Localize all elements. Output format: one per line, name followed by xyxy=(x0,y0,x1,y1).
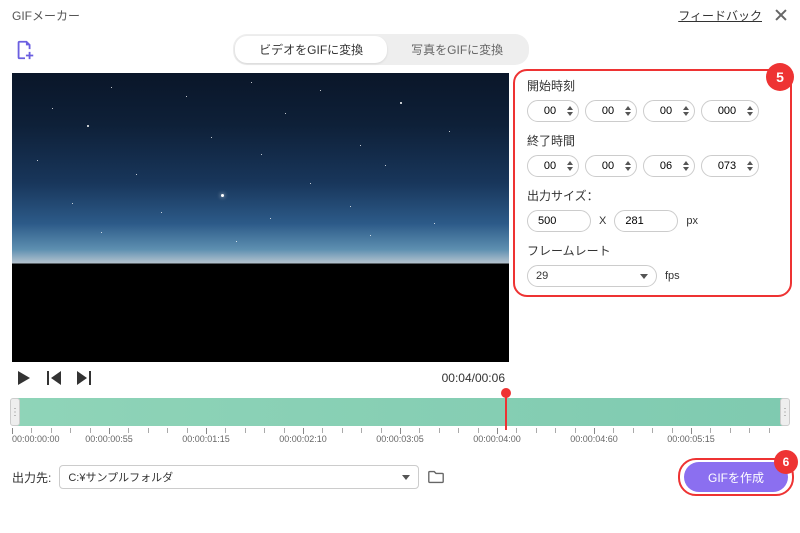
start-seconds-spinner[interactable] xyxy=(643,100,695,122)
width-input[interactable] xyxy=(527,210,591,232)
end-minutes-spinner[interactable] xyxy=(585,155,637,177)
callout-badge-6: 6 xyxy=(774,450,798,474)
output-size-label: 出力サイズ： xyxy=(527,187,780,204)
output-dest-label: 出力先: xyxy=(12,469,51,486)
playhead[interactable] xyxy=(505,394,507,430)
trim-handle-right[interactable] xyxy=(780,398,790,426)
start-minutes-spinner[interactable] xyxy=(585,100,637,122)
arrow-down-icon[interactable] xyxy=(624,111,632,117)
end-ms-spinner[interactable] xyxy=(701,155,759,177)
arrow-down-icon[interactable] xyxy=(566,166,574,172)
ruler-tick: 00:00:05:15 xyxy=(691,428,788,448)
start-hours-spinner[interactable] xyxy=(527,100,579,122)
px-unit-label: px xyxy=(686,215,698,227)
app-title: GIFメーカー xyxy=(12,7,80,24)
chevron-down-icon xyxy=(402,471,410,483)
framerate-label: フレームレート xyxy=(527,242,780,259)
settings-panel: 5 開始時刻 終了時間 出力サイズ： X xyxy=(519,73,788,386)
arrow-down-icon[interactable] xyxy=(682,166,690,172)
mode-tabs: ビデオをGIFに変換 写真をGIFに変換 xyxy=(233,34,529,65)
height-input[interactable] xyxy=(614,210,678,232)
play-button[interactable] xyxy=(16,370,32,386)
fps-unit-label: fps xyxy=(665,270,680,282)
play-icon xyxy=(17,371,31,385)
framerate-value: 29 xyxy=(536,270,548,282)
start-ms-spinner[interactable] xyxy=(701,100,759,122)
folder-icon xyxy=(427,468,445,486)
end-hours-spinner[interactable] xyxy=(527,155,579,177)
time-display: 00:04/00:06 xyxy=(442,371,505,385)
start-hours-input[interactable] xyxy=(538,105,562,117)
create-gif-button[interactable]: GIFを作成 xyxy=(684,462,788,492)
prev-frame-button[interactable] xyxy=(46,370,62,386)
feedback-link[interactable]: フィードバック xyxy=(678,7,762,24)
start-minutes-input[interactable] xyxy=(596,105,620,117)
end-seconds-input[interactable] xyxy=(654,160,678,172)
arrow-down-icon[interactable] xyxy=(746,111,754,117)
skip-forward-icon xyxy=(77,371,91,385)
output-path-dropdown[interactable]: C:¥サンプルフォルダ xyxy=(59,465,419,489)
trim-handle-left[interactable] xyxy=(10,398,20,426)
end-seconds-spinner[interactable] xyxy=(643,155,695,177)
chevron-down-icon xyxy=(640,270,648,282)
skip-back-icon xyxy=(47,371,61,385)
next-frame-button[interactable] xyxy=(76,370,92,386)
end-minutes-input[interactable] xyxy=(596,160,620,172)
browse-folder-button[interactable] xyxy=(427,468,445,486)
preview-panel: 00:04/00:06 xyxy=(12,73,509,386)
x-separator: X xyxy=(599,215,606,227)
start-ms-input[interactable] xyxy=(712,105,742,117)
add-media-button[interactable] xyxy=(12,37,38,63)
add-file-icon xyxy=(14,39,36,61)
arrow-down-icon[interactable] xyxy=(746,166,754,172)
arrow-down-icon[interactable] xyxy=(624,166,632,172)
video-preview[interactable] xyxy=(12,73,509,362)
timeline-track[interactable] xyxy=(12,398,788,426)
output-path-value: C:¥サンプルフォルダ xyxy=(68,469,173,485)
tab-photo-to-gif[interactable]: 写真をGIFに変換 xyxy=(387,36,527,63)
start-time-label: 開始時刻 xyxy=(527,77,780,94)
time-ruler: 00:00:00:0000:00:00:5500:00:01:1500:00:0… xyxy=(0,426,800,448)
end-ms-input[interactable] xyxy=(712,160,742,172)
arrow-down-icon[interactable] xyxy=(566,111,574,117)
callout-badge-5: 5 xyxy=(766,63,794,91)
close-icon[interactable] xyxy=(774,8,788,22)
end-hours-input[interactable] xyxy=(538,160,562,172)
start-seconds-input[interactable] xyxy=(654,105,678,117)
tab-video-to-gif[interactable]: ビデオをGIFに変換 xyxy=(235,36,387,63)
framerate-select[interactable]: 29 xyxy=(527,265,657,287)
end-time-label: 終了時間 xyxy=(527,132,780,149)
arrow-down-icon[interactable] xyxy=(682,111,690,117)
